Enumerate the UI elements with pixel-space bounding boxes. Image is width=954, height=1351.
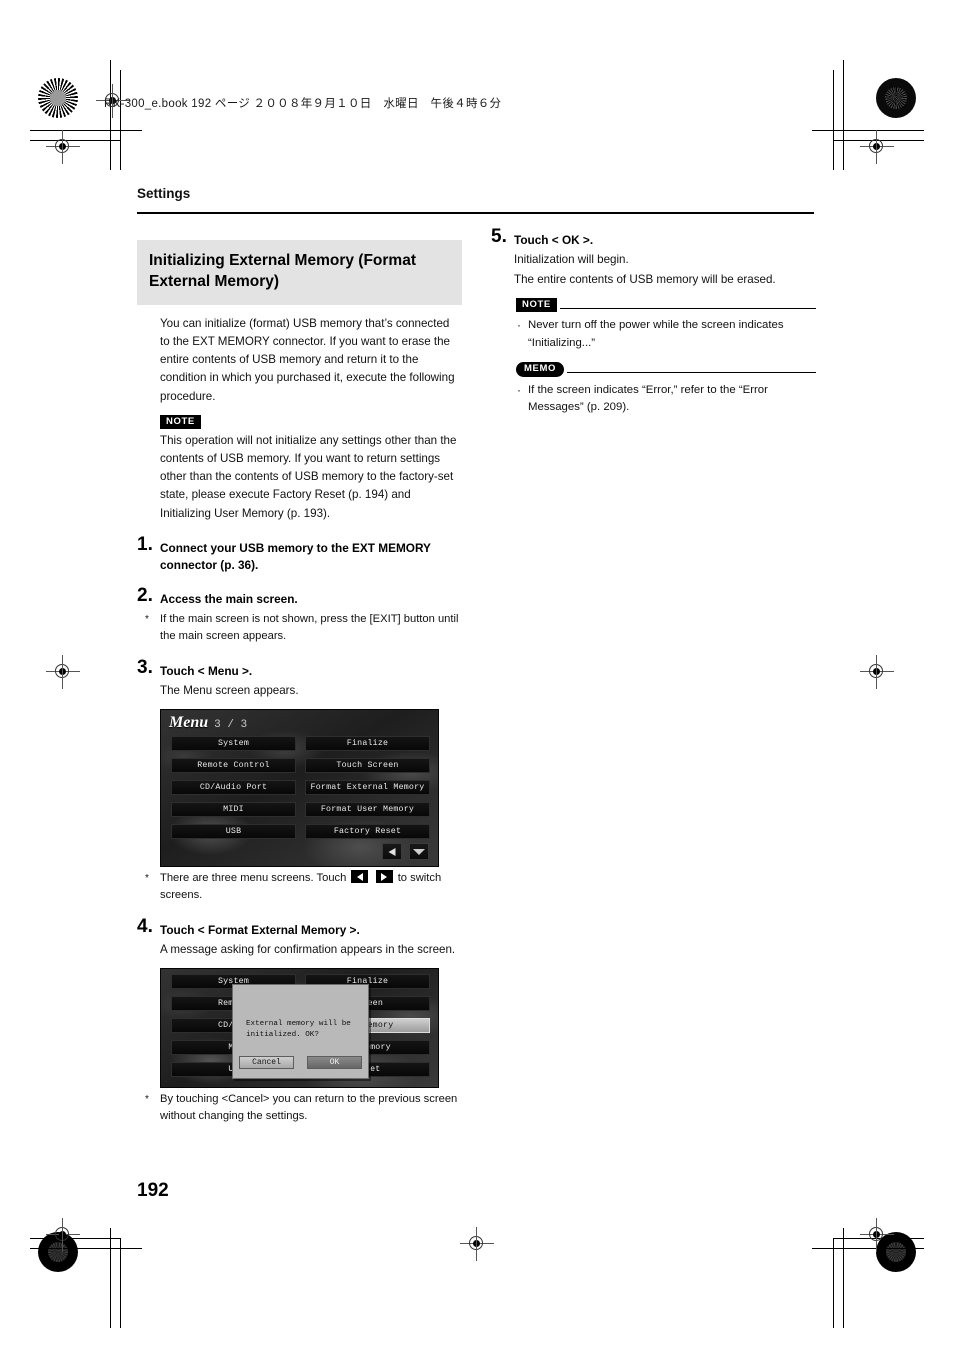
menu-nav-buttons (382, 843, 429, 860)
manual-page: Settings Initializing External Memory (F… (0, 0, 954, 1351)
confirmation-dialog-figure: System Remote CD/Auc MI US Finalize Scre… (160, 968, 439, 1088)
menu-page-indicator: 3 / 3 (214, 719, 248, 731)
menu-button-grid: System Remote Control CD/Audio Port MIDI… (171, 736, 430, 839)
step-1-number: 1. (137, 533, 153, 555)
bullet-icon: · (517, 382, 521, 397)
menu-item-factory-reset[interactable]: Factory Reset (305, 824, 430, 839)
ok-button[interactable]: OK (307, 1056, 362, 1069)
step-3-title: Touch < Menu >. (160, 663, 253, 678)
dialog-buttons: Cancel OK (239, 1056, 362, 1069)
inline-right-arrow-icon (375, 870, 393, 883)
memo-rule (566, 371, 816, 373)
menu-item-system[interactable]: System (171, 736, 296, 751)
step-4-title: Touch < Format External Memory >. (160, 922, 360, 937)
note-bullet-item: · Never turn off the power while the scr… (491, 317, 816, 352)
memo-badge: MEMO (516, 361, 564, 377)
asterisk-icon: * (145, 873, 149, 884)
asterisk-icon: * (145, 614, 149, 625)
step-2: 2. Access the main screen. * If the main… (137, 586, 462, 646)
right-column: 5. Touch < OK >. Initialization will beg… (491, 227, 816, 417)
note-bullet-text: Never turn off the power while the scree… (528, 319, 784, 350)
step-4-number: 4. (137, 915, 153, 937)
step-3: 3. Touch < Menu >. The Menu screen appea… (137, 658, 462, 905)
page-number: 192 (137, 1180, 169, 1201)
memo-bullet-text: If the screen indicates “Error,” refer t… (528, 383, 768, 414)
menu-screen-title: Menu 3 / 3 (169, 714, 247, 732)
step-3-number: 3. (137, 656, 153, 678)
note-badge: NOTE (516, 298, 557, 313)
prev-arrow-icon[interactable] (382, 843, 402, 860)
next-arrow-icon[interactable] (409, 843, 429, 860)
menu-item-remote-control[interactable]: Remote Control (171, 758, 296, 773)
menu-item-format-user-memory[interactable]: Format User Memory (305, 802, 430, 817)
menu-item-format-external-memory[interactable]: Format External Memory (305, 780, 430, 795)
step-3-body: The Menu screen appears. (160, 683, 299, 697)
bullet-icon: · (517, 318, 521, 333)
intro-paragraph: You can initialize (format) USB memory t… (160, 316, 455, 403)
menu-screen-figure: Menu 3 / 3 System Remote Control CD/Audi… (160, 709, 439, 867)
menu-item-touch-screen[interactable]: Touch Screen (305, 758, 430, 773)
memo-bullet-item: · If the screen indicates “Error,” refer… (491, 382, 816, 417)
menu-item-finalize[interactable]: Finalize (305, 736, 430, 751)
page-title: Initializing External Memory (Format Ext… (137, 240, 462, 305)
menu-item-cd-audio-port[interactable]: CD/Audio Port (171, 780, 296, 795)
step-2-note: * If the main screen is not shown, press… (137, 611, 462, 646)
step-5-body-2: The entire contents of USB memory will b… (514, 273, 776, 287)
step-1-title: Connect your USB memory to the EXT MEMOR… (160, 540, 431, 572)
header-rule (137, 212, 814, 214)
cancel-button[interactable]: Cancel (239, 1056, 294, 1069)
step-2-note-text: If the main screen is not shown, press t… (160, 613, 459, 643)
running-head: Settings (137, 186, 191, 201)
note-badge-row: NOTE (137, 414, 462, 429)
step-2-number: 2. (137, 584, 153, 606)
inline-left-arrow-icon (351, 870, 369, 883)
step-1: 1. Connect your USB memory to the EXT ME… (137, 535, 462, 574)
note-badge: NOTE (160, 414, 201, 429)
step-2-title: Access the main screen. (160, 591, 298, 606)
step-4: 4. Touch < Format External Memory >. A m… (137, 917, 462, 1126)
note-rule (559, 307, 816, 309)
dialog-message: External memory will be initialized. OK? (246, 1020, 351, 1040)
step-4-note: * By touching <Cancel> you can return to… (137, 1091, 462, 1126)
step-5-number: 5. (491, 226, 507, 247)
note-paragraph: This operation will not initialize any s… (160, 433, 457, 520)
confirmation-dialog: External memory will be initialized. OK?… (232, 984, 369, 1079)
step-3-note: * There are three menu screens. Touch to… (137, 870, 462, 905)
step-5: 5. Touch < OK >. Initialization will beg… (491, 227, 816, 289)
step-4-body: A message asking for confirmation appear… (160, 942, 456, 956)
step-4-note-text: By touching <Cancel> you can return to t… (160, 1093, 458, 1123)
menu-right-column: Finalize Touch Screen Format External Me… (305, 736, 430, 839)
asterisk-icon: * (145, 1094, 149, 1105)
menu-left-column: System Remote Control CD/Audio Port MIDI… (171, 736, 296, 839)
menu-item-midi[interactable]: MIDI (171, 802, 296, 817)
menu-item-usb[interactable]: USB (171, 824, 296, 839)
step-5-body-1: Initialization will begin. (514, 253, 629, 267)
right-note-badge-row: NOTE (491, 298, 816, 313)
memo-badge-row: MEMO (491, 361, 816, 377)
step-3-note-text-pre: There are three menu screens. Touch (160, 872, 347, 884)
left-column: Initializing External Memory (Format Ext… (137, 240, 462, 1126)
step-5-title: Touch < OK >. (514, 233, 594, 247)
menu-title-word: Menu (169, 714, 209, 731)
